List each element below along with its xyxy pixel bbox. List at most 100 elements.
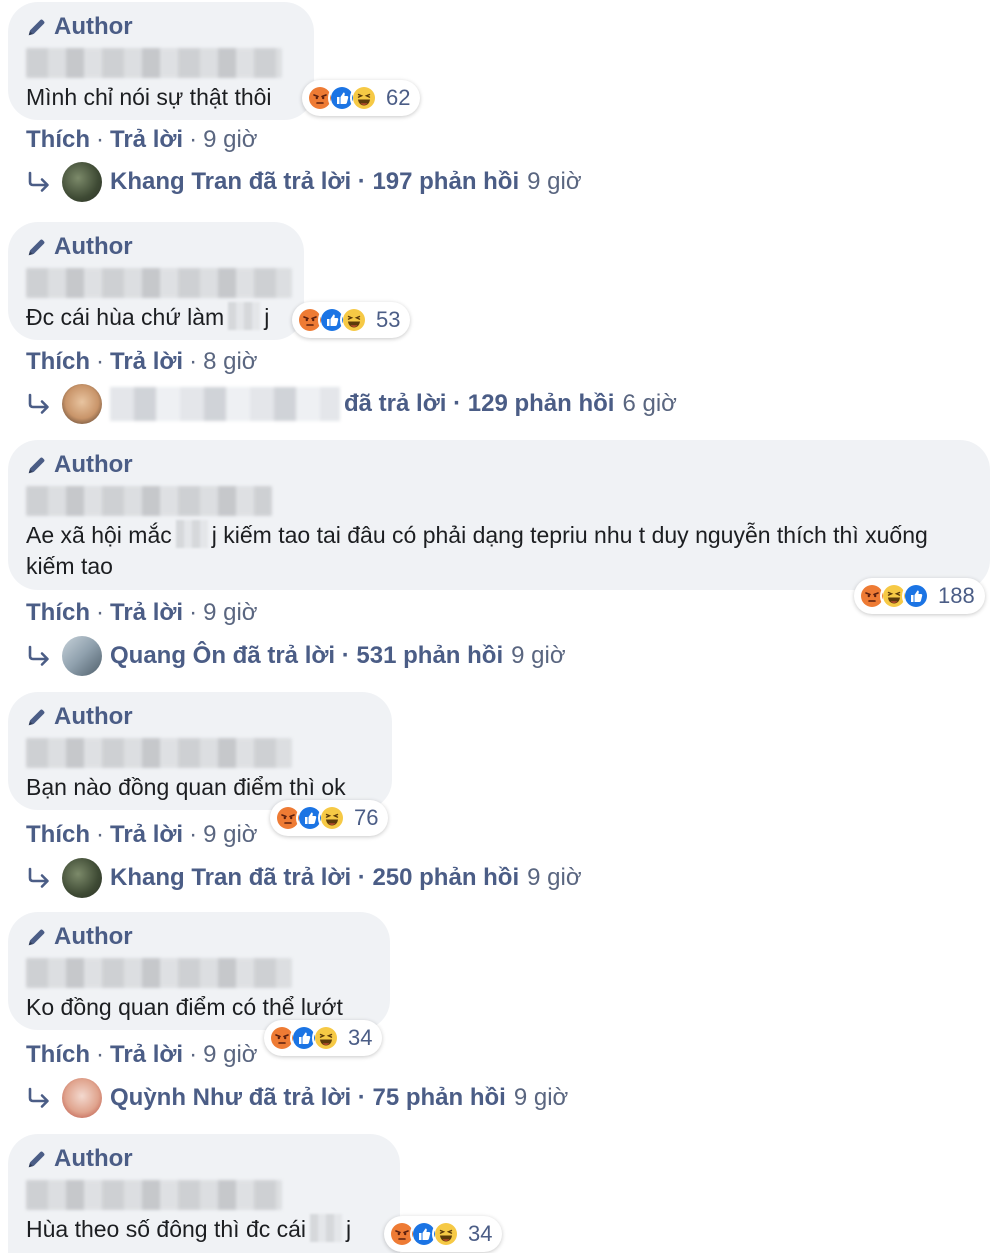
author-badge: Author: [26, 922, 372, 952]
avatar: [62, 162, 102, 202]
reply-button[interactable]: Trả lời: [110, 126, 183, 154]
comment-text-part: j: [346, 1216, 352, 1242]
reply-summary: đã trả lời · 197 phản hồi: [248, 168, 520, 195]
haha-reaction-icon: [432, 1220, 460, 1248]
avatar: [62, 636, 102, 676]
comment-text: Mình chỉ nói sự thật thôi: [26, 84, 272, 110]
haha-reaction-icon: [340, 306, 368, 334]
like-button[interactable]: Thích: [26, 126, 90, 154]
author-label: Author: [54, 233, 133, 260]
view-replies-link[interactable]: đã trả lời · 129 phản hồi 6 giờ: [26, 384, 677, 424]
blurred-commenter-name: [26, 738, 292, 768]
censored-word: [228, 302, 261, 330]
blurred-commenter-name: [26, 48, 282, 78]
reply-button[interactable]: Trả lời: [110, 348, 183, 376]
like-button[interactable]: Thích: [26, 1041, 90, 1069]
separator-dot: ·: [96, 599, 104, 626]
separator-dot: ·: [96, 126, 104, 153]
view-replies-link[interactable]: Khang Tran đã trả lời · 197 phản hồi 9 g…: [26, 162, 582, 202]
reply-arrow-icon: [26, 644, 52, 668]
reaction-count: 62: [386, 85, 411, 110]
comment-timestamp[interactable]: 9 giờ: [203, 599, 257, 627]
comment-text: Hùa theo số đông thì đc cái j: [26, 1214, 382, 1245]
author-badge: Author: [26, 12, 296, 42]
reply-button[interactable]: Trả lời: [110, 599, 183, 627]
author-badge: Author: [26, 232, 286, 262]
author-label: Author: [54, 703, 133, 730]
author-label: Author: [54, 13, 133, 40]
separator-dot: ·: [189, 1041, 198, 1068]
view-replies-link[interactable]: Quang Ôn đã trả lời · 531 phản hồi 9 giờ: [26, 636, 566, 676]
reply-author-name: Khang Tran: [110, 864, 243, 891]
reply-timestamp: 6 giờ: [622, 390, 677, 417]
comment-bubble: Author Bạn nào đồng quan điểm thì ok: [8, 692, 392, 810]
reply-button[interactable]: Trả lời: [110, 821, 183, 849]
reaction-summary[interactable]: 76: [270, 800, 389, 836]
reaction-count: 188: [938, 583, 975, 608]
like-button[interactable]: Thích: [26, 821, 90, 849]
view-replies-link[interactable]: Quỳnh Như đã trả lời · 75 phản hồi 9 giờ: [26, 1078, 568, 1118]
reply-author-name: Quang Ôn: [110, 642, 226, 669]
like-button[interactable]: Thích: [26, 348, 90, 376]
blurred-commenter-name: [26, 268, 292, 298]
censored-word: [310, 1214, 343, 1242]
reaction-summary[interactable]: 34: [264, 1020, 383, 1056]
reaction-count: 53: [376, 307, 401, 332]
comment-timestamp[interactable]: 9 giờ: [203, 821, 257, 849]
like-button[interactable]: Thích: [26, 599, 90, 627]
reply-summary: đã trả lời · 531 phản hồi: [232, 642, 504, 669]
reply-timestamp: 9 giờ: [513, 1084, 569, 1111]
reply-timestamp: 9 giờ: [527, 864, 582, 891]
comment-text-part: Hùa theo số đông thì đc cái: [26, 1216, 307, 1242]
separator-dot: ·: [189, 348, 198, 375]
author-badge: Author: [26, 702, 374, 732]
blurred-commenter-name: [26, 486, 272, 516]
like-reaction-icon: [902, 582, 930, 610]
comment-text: Bạn nào đồng quan điểm thì ok: [26, 774, 346, 800]
reply-arrow-icon: [26, 1086, 52, 1110]
view-replies-link[interactable]: Khang Tran đã trả lời · 250 phản hồi 9 g…: [26, 858, 582, 898]
separator-dot: ·: [96, 821, 104, 848]
author-badge: Author: [26, 450, 972, 480]
comment-timestamp[interactable]: 9 giờ: [203, 1041, 257, 1069]
comment-timestamp[interactable]: 9 giờ: [203, 126, 257, 154]
separator-dot: ·: [189, 599, 198, 626]
separator-dot: ·: [96, 348, 104, 375]
reply-author-name: Quỳnh Như: [110, 1084, 243, 1111]
comment-text: Ko đồng quan điểm có thể lướt: [26, 994, 343, 1020]
reaction-summary[interactable]: 53: [292, 302, 411, 338]
separator-dot: ·: [189, 126, 198, 153]
reply-timestamp: 9 giờ: [527, 168, 582, 195]
comment-actions: Thích · Trả lời · 9 giờ: [26, 1041, 258, 1069]
pen-icon: [26, 236, 48, 258]
author-label: Author: [54, 1145, 133, 1172]
comment-timestamp[interactable]: 8 giờ: [203, 348, 257, 376]
reply-arrow-icon: [26, 392, 52, 416]
comment-bubble: Author Ko đồng quan điểm có thể lướt: [8, 912, 390, 1030]
avatar: [62, 384, 102, 424]
reply-summary: đã trả lời · 129 phản hồi: [344, 390, 615, 417]
reaction-count: 34: [468, 1221, 493, 1246]
avatar: [62, 1078, 102, 1118]
blurred-commenter-name: [26, 1180, 282, 1210]
comment-bubble: Author Mình chỉ nói sự thật thôi: [8, 2, 314, 120]
pen-icon: [26, 926, 48, 948]
reply-button[interactable]: Trả lời: [110, 1041, 183, 1069]
comment-bubble: Author Ae xã hội mắc j kiếm tao tai đâu c…: [8, 440, 990, 590]
author-label: Author: [54, 923, 133, 950]
reaction-summary[interactable]: 62: [302, 80, 421, 116]
pen-icon: [26, 706, 48, 728]
reply-arrow-icon: [26, 170, 52, 194]
comment-text-part: Đc cái hùa chứ làm: [26, 304, 225, 330]
reply-author-name: Khang Tran: [110, 168, 243, 195]
reaction-summary[interactable]: 188: [854, 578, 985, 614]
separator-dot: ·: [96, 1041, 104, 1068]
separator-dot: ·: [189, 821, 198, 848]
haha-reaction-icon: [350, 84, 378, 112]
comment-text-part: j: [264, 304, 270, 330]
blurred-reply-author-name: [110, 387, 340, 421]
avatar: [62, 858, 102, 898]
reaction-summary[interactable]: 34: [384, 1216, 503, 1252]
censored-word: [175, 520, 208, 548]
comment-bubble: Author Hùa theo số đông thì đc cái j: [8, 1134, 400, 1253]
